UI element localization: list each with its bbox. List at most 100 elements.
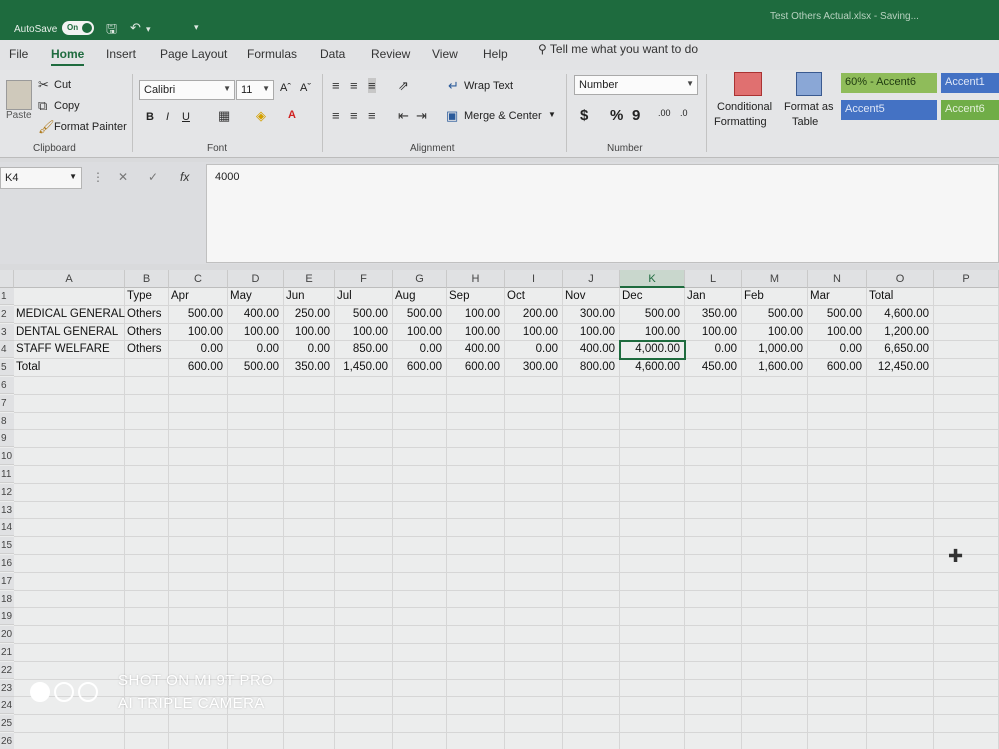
autosave-toggle[interactable]: On xyxy=(62,21,94,35)
name-box[interactable]: K4 ▼ xyxy=(0,167,82,189)
column-header-j[interactable]: J xyxy=(563,270,620,288)
increase-indent-icon[interactable]: ⇥ xyxy=(416,108,427,124)
row-header-21[interactable]: 21 xyxy=(0,644,14,661)
cell-e1[interactable]: Jun xyxy=(284,288,335,305)
column-header-h[interactable]: H xyxy=(447,270,505,288)
cell-n2[interactable]: 500.00 xyxy=(808,306,867,323)
cell-d1[interactable]: May xyxy=(228,288,284,305)
cell-a5[interactable]: Total xyxy=(14,359,125,376)
cell-g2[interactable]: 500.00 xyxy=(393,306,447,323)
format-as-table-label-2[interactable]: Table xyxy=(792,116,818,128)
customize-qat-icon[interactable]: ▾ xyxy=(194,22,199,33)
column-header-g[interactable]: G xyxy=(393,270,447,288)
cell-g4[interactable]: 0.00 xyxy=(393,341,447,358)
cell-o4[interactable]: 6,650.00 xyxy=(867,341,934,358)
row-header-22[interactable]: 22 xyxy=(0,661,14,679)
tab-help[interactable]: Help xyxy=(483,47,508,61)
cell-h3[interactable]: 100.00 xyxy=(447,324,505,341)
row-header-10[interactable]: 10 xyxy=(0,448,14,466)
row-header-7[interactable]: 7 xyxy=(0,394,14,412)
currency-button[interactable]: $ xyxy=(580,107,588,124)
column-header-a[interactable]: A xyxy=(14,270,125,288)
cell-i5[interactable]: 300.00 xyxy=(505,359,563,376)
row-header-25[interactable]: 25 xyxy=(0,715,14,733)
row-header-13[interactable]: 13 xyxy=(0,501,14,519)
cell-j3[interactable]: 100.00 xyxy=(563,324,620,341)
tab-data[interactable]: Data xyxy=(320,47,345,61)
cell-m4[interactable]: 1,000.00 xyxy=(742,341,808,358)
formula-input[interactable]: 4000 xyxy=(206,164,999,263)
tab-file[interactable]: File xyxy=(9,47,28,61)
row-header-19[interactable]: 19 xyxy=(0,608,14,626)
decrease-indent-icon[interactable]: ⇤ xyxy=(398,108,409,124)
borders-icon[interactable]: ▦ xyxy=(218,108,230,124)
cell-h4[interactable]: 400.00 xyxy=(447,341,505,358)
align-right-icon[interactable]: ≡ xyxy=(368,108,376,123)
cell-c5[interactable]: 600.00 xyxy=(169,359,228,376)
cell-b2[interactable]: Others xyxy=(125,306,169,323)
cell-c2[interactable]: 500.00 xyxy=(169,306,228,323)
cell-e2[interactable]: 250.00 xyxy=(284,306,335,323)
cell-i1[interactable]: Oct xyxy=(505,288,563,305)
cell-n1[interactable]: Mar xyxy=(808,288,867,305)
cell-f2[interactable]: 500.00 xyxy=(335,306,393,323)
column-header-p[interactable]: P xyxy=(934,270,999,288)
tab-formulas[interactable]: Formulas xyxy=(247,47,297,61)
cell-k3[interactable]: 100.00 xyxy=(620,324,685,341)
format-as-table-label-1[interactable]: Format as xyxy=(784,101,834,113)
cell-i4[interactable]: 0.00 xyxy=(505,341,563,358)
row-header-17[interactable]: 17 xyxy=(0,572,14,590)
row-header-12[interactable]: 12 xyxy=(0,483,14,501)
cell-g5[interactable]: 600.00 xyxy=(393,359,447,376)
column-header-i[interactable]: I xyxy=(505,270,563,288)
row-header-24[interactable]: 24 xyxy=(0,697,14,715)
column-header-m[interactable]: M xyxy=(742,270,808,288)
wrap-text-button[interactable]: Wrap Text xyxy=(464,80,513,92)
font-color-icon[interactable]: A xyxy=(288,109,296,121)
save-icon[interactable]: 🖫 xyxy=(106,20,117,42)
paste-button[interactable]: Paste xyxy=(6,110,32,121)
cell-h5[interactable]: 600.00 xyxy=(447,359,505,376)
align-center-icon[interactable]: ≡ xyxy=(350,108,358,123)
align-middle-icon[interactable]: ≡ xyxy=(350,78,358,93)
fill-color-icon[interactable]: ◈ xyxy=(256,108,266,124)
chevron-down-icon[interactable]: ▼ xyxy=(548,110,556,119)
row-header-3[interactable]: 3 xyxy=(0,323,14,341)
cut-button[interactable]: Cut xyxy=(54,79,71,91)
font-size-select[interactable]: 11 ▼ xyxy=(236,80,274,100)
cell-j2[interactable]: 300.00 xyxy=(563,306,620,323)
row-header-8[interactable]: 8 xyxy=(0,412,14,430)
tab-review[interactable]: Review xyxy=(371,47,410,61)
enter-icon[interactable]: ✓ xyxy=(148,170,158,184)
cell-k1[interactable]: Dec xyxy=(620,288,685,305)
cell-a4[interactable]: STAFF WELFARE xyxy=(14,341,125,358)
insert-function-icon[interactable]: fx xyxy=(180,170,189,184)
column-header-o[interactable]: O xyxy=(867,270,934,288)
row-header-9[interactable]: 9 xyxy=(0,430,14,448)
column-header-c[interactable]: C xyxy=(169,270,228,288)
cell-j5[interactable]: 800.00 xyxy=(563,359,620,376)
cell-g1[interactable]: Aug xyxy=(393,288,447,305)
cell-d5[interactable]: 500.00 xyxy=(228,359,284,376)
row-header-18[interactable]: 18 xyxy=(0,590,14,608)
row-header-23[interactable]: 23 xyxy=(0,679,14,697)
cell-e3[interactable]: 100.00 xyxy=(284,324,335,341)
cell-o2[interactable]: 4,600.00 xyxy=(867,306,934,323)
column-header-n[interactable]: N xyxy=(808,270,867,288)
row-header-15[interactable]: 15 xyxy=(0,537,14,555)
cell-d3[interactable]: 100.00 xyxy=(228,324,284,341)
cell-l1[interactable]: Jan xyxy=(685,288,742,305)
tell-me-search[interactable]: ⚲ Tell me what you want to do xyxy=(538,42,698,56)
column-header-e[interactable]: E xyxy=(284,270,335,288)
cell-l3[interactable]: 100.00 xyxy=(685,324,742,341)
cell-o5[interactable]: 12,450.00 xyxy=(867,359,934,376)
column-header-d[interactable]: D xyxy=(228,270,284,288)
style-accent6[interactable]: Accent6 xyxy=(941,100,999,120)
column-header-f[interactable]: F xyxy=(335,270,393,288)
percent-button[interactable]: % xyxy=(610,107,623,124)
row-header-5[interactable]: 5 xyxy=(0,359,14,377)
increase-decimal-icon[interactable]: .00 xyxy=(658,108,671,118)
cell-c1[interactable]: Apr xyxy=(169,288,228,305)
decrease-decimal-icon[interactable]: .0 xyxy=(680,108,688,118)
tab-home[interactable]: Home xyxy=(51,47,85,66)
